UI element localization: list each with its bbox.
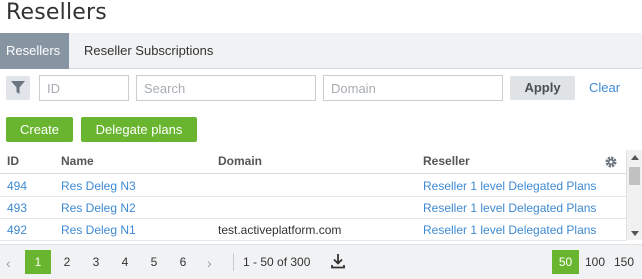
page-3[interactable]: 3 (89, 250, 103, 274)
page-5[interactable]: 5 (147, 250, 161, 274)
settings-gear-icon[interactable] (604, 155, 618, 169)
row-name-link[interactable]: Res Deleg N1 (61, 223, 136, 237)
apply-button[interactable]: Apply (510, 76, 575, 100)
tab-reseller-subscriptions[interactable]: Reseller Subscriptions (76, 33, 221, 69)
chevron-right-icon[interactable]: › (207, 255, 212, 271)
scroll-up-icon[interactable] (631, 155, 639, 160)
download-icon[interactable] (330, 253, 346, 269)
range-text: 1 - 50 of 300 (243, 255, 311, 269)
filter-toggle-button[interactable] (6, 76, 30, 100)
row-id-link[interactable]: 492 (7, 223, 27, 237)
page-size-150[interactable]: 150 (612, 250, 636, 274)
row-id-link[interactable]: 494 (7, 179, 27, 193)
row-reseller-link[interactable]: Reseller 1 level Delegated Plans (423, 223, 596, 237)
row-name-link[interactable]: Res Deleg N2 (61, 201, 136, 215)
page-size-50[interactable]: 50 (552, 250, 579, 274)
resellers-table: ID Name Domain Reseller 494 Res Deleg N3… (0, 150, 642, 243)
page-1[interactable]: 1 (25, 250, 51, 274)
table-row[interactable]: 492 Res Deleg N1 test.activeplatform.com… (0, 219, 626, 241)
clear-link[interactable]: Clear (589, 80, 620, 95)
domain-filter-input[interactable] (323, 75, 503, 101)
row-domain: test.activeplatform.com (218, 223, 342, 237)
scroll-down-icon[interactable] (631, 231, 639, 236)
delegate-plans-button[interactable]: Delegate plans (81, 117, 197, 142)
create-button[interactable]: Create (6, 117, 73, 142)
row-name-link[interactable]: Res Deleg N3 (61, 179, 136, 193)
page-4[interactable]: 4 (118, 250, 132, 274)
page-6[interactable]: 6 (176, 250, 190, 274)
column-header-reseller[interactable]: Reseller (423, 154, 470, 168)
row-reseller-link[interactable]: Reseller 1 level Delegated Plans (423, 179, 596, 193)
pagination-bar: ‹ 1 2 3 4 5 6 › 1 - 50 of 300 50 100 150 (0, 244, 642, 279)
column-header-name[interactable]: Name (61, 154, 94, 168)
scrollbar-thumb[interactable] (629, 167, 640, 185)
id-filter-input[interactable] (39, 75, 129, 101)
column-header-domain[interactable]: Domain (218, 154, 262, 168)
table-header: ID Name Domain Reseller (0, 150, 626, 174)
filter-icon (11, 81, 25, 94)
page-size-100[interactable]: 100 (583, 250, 607, 274)
filter-bar: Apply Clear (0, 69, 642, 109)
search-input[interactable] (136, 75, 316, 101)
row-id-link[interactable]: 493 (7, 201, 27, 215)
column-header-id[interactable]: ID (7, 154, 19, 168)
table-row[interactable]: 494 Res Deleg N3 Reseller 1 level Delega… (0, 175, 626, 197)
table-row[interactable]: 493 Res Deleg N2 Reseller 1 level Delega… (0, 197, 626, 219)
table-scrollbar[interactable] (626, 150, 642, 240)
page-2[interactable]: 2 (60, 250, 74, 274)
divider (233, 253, 234, 271)
tab-bar: Resellers Reseller Subscriptions (0, 33, 642, 69)
row-reseller-link[interactable]: Reseller 1 level Delegated Plans (423, 201, 596, 215)
chevron-left-icon[interactable]: ‹ (6, 255, 11, 271)
tab-resellers[interactable]: Resellers (0, 33, 69, 69)
page-title: Resellers (6, 0, 107, 25)
